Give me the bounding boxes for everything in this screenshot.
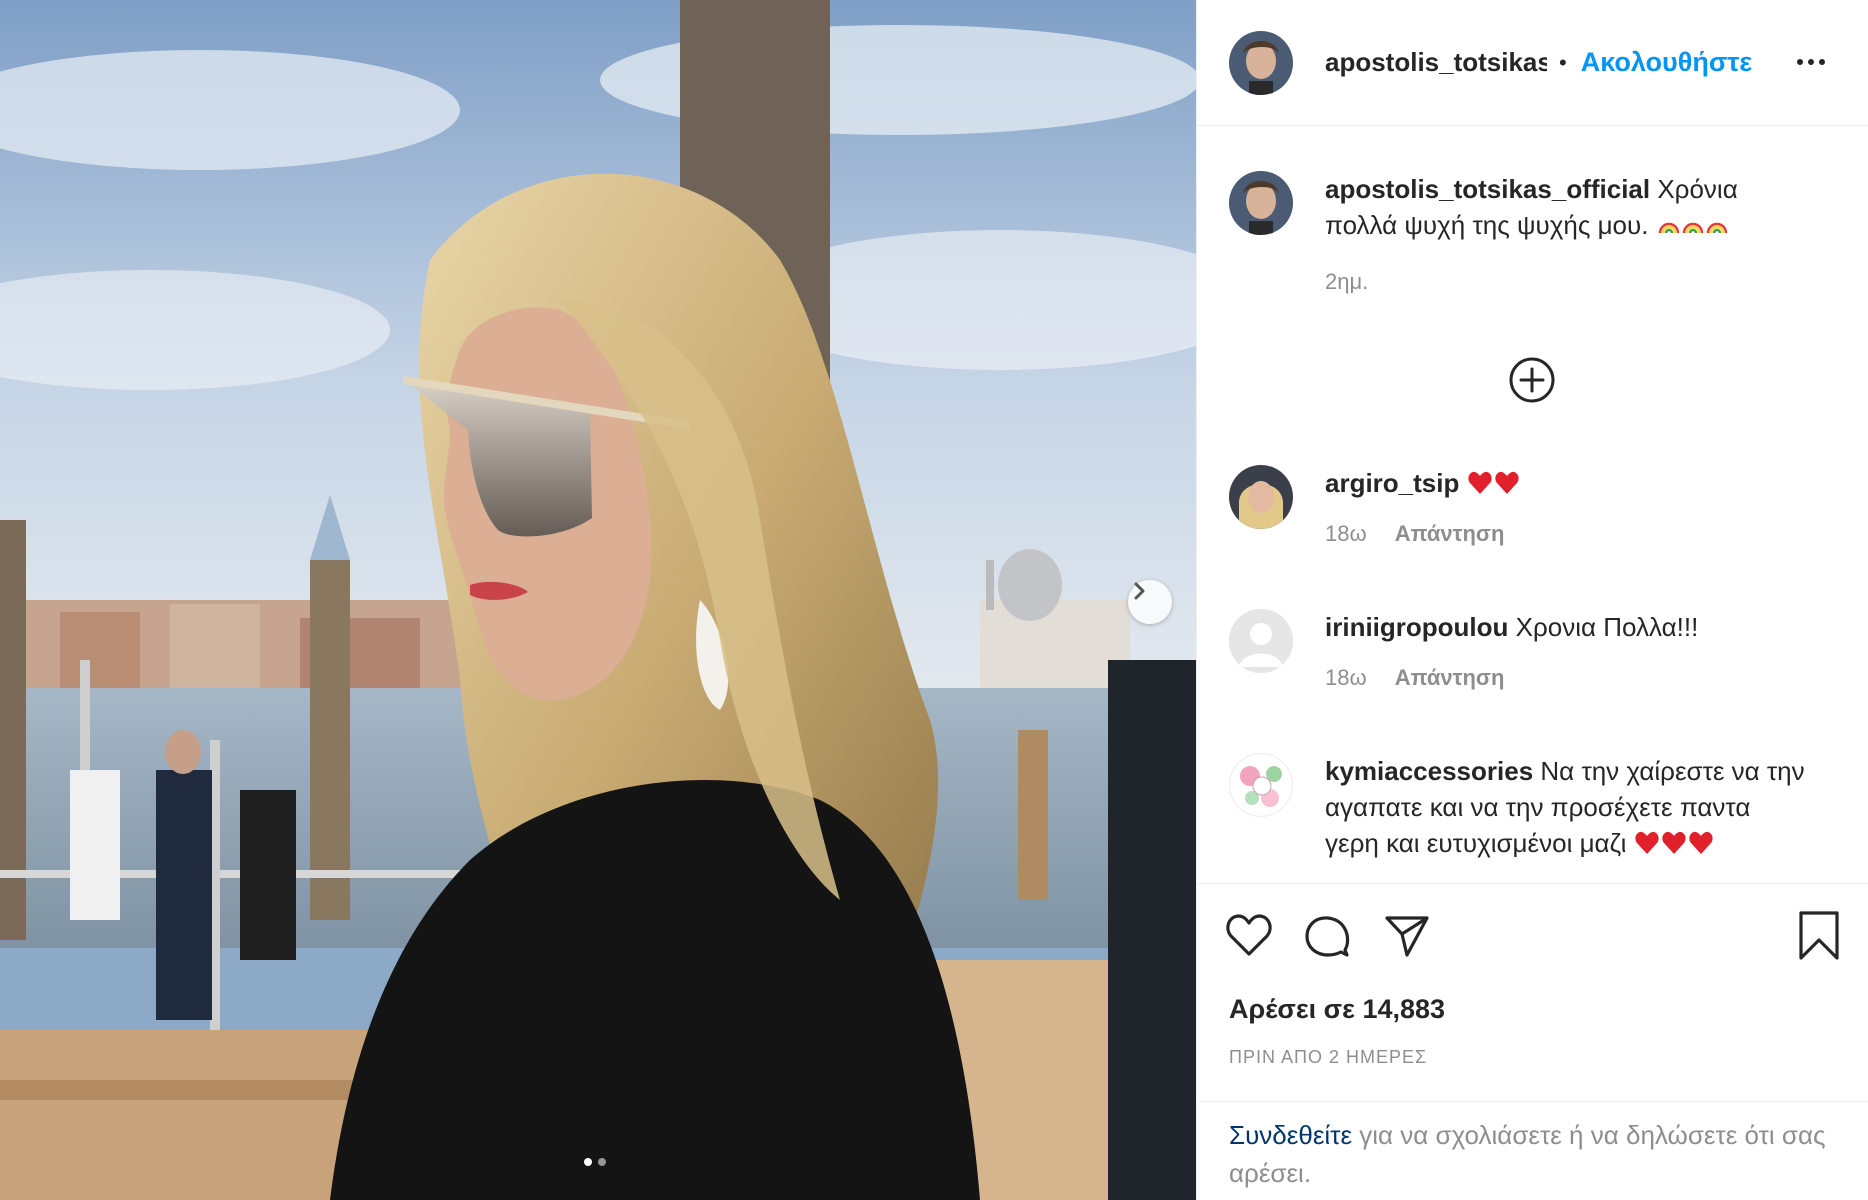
default-avatar-icon bbox=[1229, 609, 1293, 673]
comment-time[interactable]: 18ω bbox=[1325, 521, 1367, 546]
avatar-image bbox=[1229, 171, 1293, 235]
comment-time[interactable]: 18ω bbox=[1325, 665, 1367, 690]
comment-avatar[interactable] bbox=[1229, 465, 1293, 529]
rainbow-emoji-2 bbox=[1682, 222, 1703, 234]
bookmark-icon bbox=[1799, 911, 1839, 960]
rainbow-emoji-3 bbox=[1706, 222, 1727, 234]
heart-icon bbox=[1226, 914, 1272, 956]
comment-username[interactable]: iriniigropoulou bbox=[1325, 612, 1508, 642]
login-link[interactable]: Συνδεθείτε bbox=[1229, 1120, 1352, 1150]
caption-meta: 2ημ. bbox=[1325, 269, 1368, 295]
avatar-logo bbox=[1230, 754, 1292, 816]
post-timestamp: ΠΡΙΝ ΑΠΟ 2 ΗΜΕΡΕΣ bbox=[1229, 1047, 1428, 1067]
login-prompt: Συνδεθείτε για να σχολιάσετε ή να δηλώσε… bbox=[1197, 1101, 1868, 1200]
carousel-dot bbox=[598, 1158, 606, 1166]
red-heart-emoji bbox=[1634, 828, 1718, 858]
comment-icon bbox=[1305, 916, 1350, 957]
author-avatar[interactable] bbox=[1229, 30, 1293, 95]
carousel-indicator bbox=[584, 1158, 606, 1166]
plus-circle-icon bbox=[1509, 357, 1555, 403]
avatar-image bbox=[1229, 30, 1293, 95]
paper-plane-icon bbox=[1385, 916, 1429, 957]
comment-username[interactable]: kymiaccessories bbox=[1325, 756, 1533, 786]
more-dots-icon bbox=[1797, 59, 1803, 65]
post-photo[interactable] bbox=[0, 0, 1196, 1200]
separator-dot: • bbox=[1559, 49, 1567, 75]
load-more-comments-button[interactable] bbox=[1508, 356, 1556, 404]
comments-list: apostolis_totsikas_official Χρόνια πολλά… bbox=[1197, 127, 1868, 882]
heart-emojis bbox=[1634, 831, 1713, 854]
chevron-right-icon bbox=[1134, 582, 1145, 600]
author-username[interactable]: apostolis_totsikas_official bbox=[1325, 47, 1547, 78]
heart-emojis bbox=[1467, 471, 1519, 494]
caption-time[interactable]: 2ημ. bbox=[1325, 269, 1368, 294]
red-heart-emoji bbox=[1467, 468, 1523, 498]
caption-avatar[interactable] bbox=[1229, 171, 1293, 235]
caption-text: apostolis_totsikas_official Χρόνια πολλά… bbox=[1325, 171, 1811, 243]
follow-button[interactable]: Ακολουθήστε bbox=[1581, 47, 1752, 78]
comment-meta: 18ω Απάντηση bbox=[1325, 521, 1504, 547]
comment-text: kymiaccessories Να την χαίρεστε να την α… bbox=[1325, 753, 1811, 861]
photo-scene bbox=[0, 0, 1196, 1200]
comment-text: iriniigropoulou Χρονια Πολλα!!! bbox=[1325, 609, 1811, 645]
carousel-next-button[interactable] bbox=[1128, 580, 1172, 624]
post-actions: Αρέσει σε 14,883 ΠΡΙΝ ΑΠΟ 2 ΗΜΕΡΕΣ bbox=[1197, 883, 1868, 1100]
caption-username[interactable]: apostolis_totsikas_official bbox=[1325, 174, 1650, 204]
comment-message: Χρονια Πολλα!!! bbox=[1515, 612, 1699, 642]
comment-meta: 18ω Απάντηση bbox=[1325, 665, 1504, 691]
post-side-panel: apostolis_totsikas_official • Ακολουθήστ… bbox=[1196, 0, 1868, 1200]
save-button[interactable] bbox=[1797, 910, 1841, 967]
reply-button[interactable]: Απάντηση bbox=[1395, 665, 1505, 690]
comment-button[interactable] bbox=[1303, 912, 1351, 965]
more-options-button[interactable] bbox=[1791, 44, 1831, 80]
like-button[interactable] bbox=[1225, 912, 1273, 963]
rainbow-emoji-1 bbox=[1658, 222, 1679, 234]
rainbow-emoji bbox=[1656, 210, 1728, 240]
post-viewer: apostolis_totsikas_official • Ακολουθήστ… bbox=[0, 0, 1868, 1200]
reply-button[interactable]: Απάντηση bbox=[1395, 521, 1505, 546]
post-header: apostolis_totsikas_official • Ακολουθήστ… bbox=[1197, 0, 1868, 126]
avatar-image bbox=[1229, 465, 1293, 529]
share-button[interactable] bbox=[1383, 912, 1431, 965]
likes-count[interactable]: Αρέσει σε 14,883 bbox=[1229, 994, 1445, 1025]
comment-avatar[interactable] bbox=[1229, 609, 1293, 673]
carousel-dot-active bbox=[584, 1158, 592, 1166]
comment-username[interactable]: argiro_tsip bbox=[1325, 468, 1459, 498]
comment-text: argiro_tsip bbox=[1325, 465, 1811, 501]
comment-avatar[interactable] bbox=[1229, 753, 1293, 817]
